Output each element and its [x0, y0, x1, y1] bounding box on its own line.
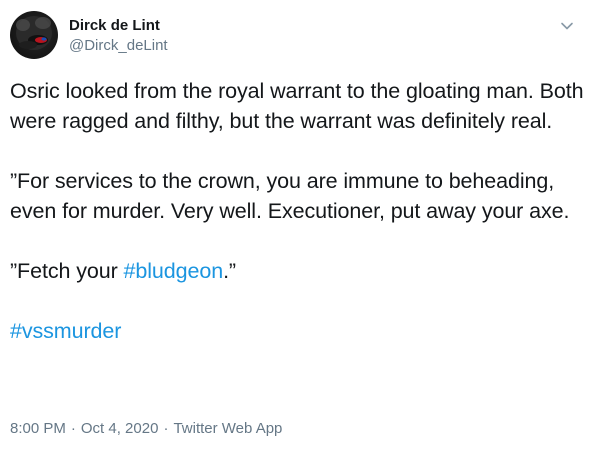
tweet-paragraph: Osric looked from the royal warrant to t… [10, 79, 584, 133]
tweet-paragraph: ”Fetch your #bludgeon.” [10, 256, 585, 286]
tweet-date[interactable]: Oct 4, 2020 [81, 420, 159, 437]
display-name[interactable]: Dirck de Lint [69, 16, 168, 35]
separator: · [163, 420, 169, 437]
tweet-text: Osric looked from the royal warrant to t… [10, 76, 585, 346]
tweet-source[interactable]: Twitter Web App [173, 420, 282, 437]
tweet-header: Dirck de Lint @Dirck_deLint [10, 11, 582, 63]
separator: · [70, 420, 76, 437]
author-names: Dirck de Lint @Dirck_deLint [69, 16, 168, 56]
avatar-image-icon [16, 16, 52, 50]
user-handle[interactable]: @Dirck_deLint [69, 36, 168, 56]
hashtag-link-bludgeon[interactable]: #bludgeon [124, 259, 224, 283]
tweet-card: Dirck de Lint @Dirck_deLint Osric looked… [0, 0, 592, 452]
chevron-down-icon[interactable] [558, 17, 576, 35]
avatar[interactable] [10, 11, 58, 59]
tweet-metadata: 8:00 PM · Oct 4, 2020 · Twitter Web App [10, 419, 282, 439]
paragraph-text: .” [223, 259, 236, 283]
tweet-time[interactable]: 8:00 PM [10, 420, 66, 437]
tweet-paragraph: #vssmurder [10, 316, 585, 346]
tweet-paragraph: ”For services to the crown, you are immu… [10, 169, 570, 223]
hashtag-link-vssmurder[interactable]: #vssmurder [10, 319, 121, 343]
paragraph-text: ”Fetch your [10, 259, 124, 283]
